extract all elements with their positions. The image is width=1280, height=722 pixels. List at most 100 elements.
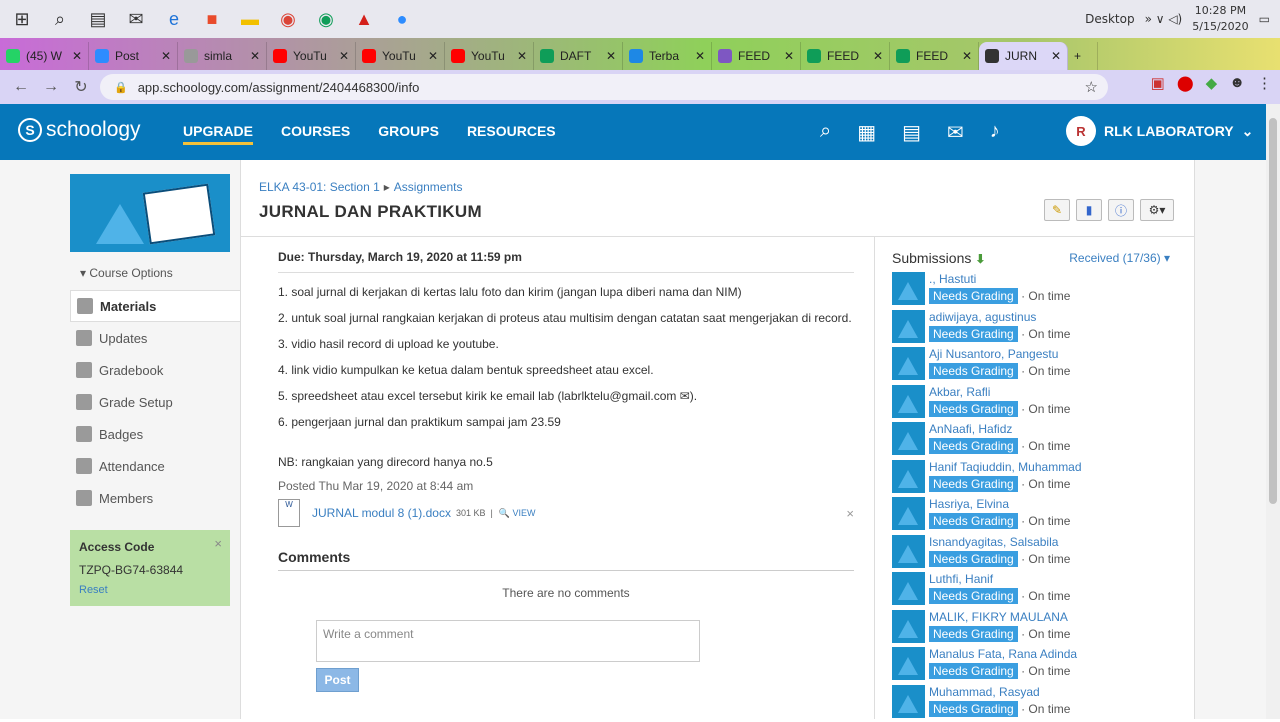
lock-icon[interactable]: 🔒 bbox=[114, 81, 128, 94]
sidebar-item-materials[interactable]: Materials bbox=[70, 290, 240, 322]
analytics-icon[interactable]: ▮ bbox=[1076, 199, 1102, 221]
sidebar-item-grade-setup[interactable]: Grade Setup bbox=[70, 386, 240, 418]
student-name[interactable]: ., Hastuti bbox=[929, 272, 1070, 287]
needs-grading-badge[interactable]: Needs Grading bbox=[929, 401, 1018, 417]
tab-close-icon[interactable]: ✕ bbox=[1051, 49, 1061, 63]
student-name[interactable]: Manalus Fata, Rana Adinda bbox=[929, 647, 1077, 662]
close-icon[interactable]: × bbox=[214, 536, 222, 551]
close-icon[interactable]: × bbox=[846, 506, 854, 521]
forward-icon[interactable]: → bbox=[36, 78, 66, 96]
browser-tab[interactable]: Post✕ bbox=[89, 42, 178, 70]
student-name[interactable]: Luthfi, Hanif bbox=[929, 572, 1070, 587]
gear-icon[interactable]: ⚙▾ bbox=[1140, 199, 1174, 221]
tray-icons[interactable]: » ∨ ◁) bbox=[1145, 12, 1183, 26]
browser-tab[interactable]: FEED✕ bbox=[801, 42, 890, 70]
browser-tab[interactable]: YouTu✕ bbox=[356, 42, 445, 70]
tab-close-icon[interactable]: ✕ bbox=[873, 49, 883, 63]
profile-avatar[interactable]: ☻ bbox=[1229, 74, 1245, 92]
app-icon[interactable]: ■ bbox=[196, 3, 228, 35]
needs-grading-badge[interactable]: Needs Grading bbox=[929, 551, 1018, 567]
menu-upgrade[interactable]: UPGRADE bbox=[183, 123, 253, 145]
tab-close-icon[interactable]: ✕ bbox=[962, 49, 972, 63]
notification-icon[interactable]: ▭ bbox=[1259, 12, 1270, 26]
needs-grading-badge[interactable]: Needs Grading bbox=[929, 663, 1018, 679]
course-options[interactable]: ▾ Course Options bbox=[80, 266, 240, 280]
needs-grading-badge[interactable]: Needs Grading bbox=[929, 513, 1018, 529]
tab-close-icon[interactable]: ✕ bbox=[517, 49, 527, 63]
browser-tab[interactable]: YouTu✕ bbox=[445, 42, 534, 70]
address-bar[interactable]: 🔒 app.schoology.com/assignment/240446830… bbox=[100, 74, 1108, 100]
sidebar-item-members[interactable]: Members bbox=[70, 482, 240, 514]
search-icon[interactable]: ⌕ bbox=[820, 120, 831, 145]
breadcrumb-assignments[interactable]: Assignments bbox=[394, 180, 463, 194]
menu-dots-icon[interactable]: ⋮ bbox=[1257, 74, 1272, 92]
browser-tab[interactable]: FEED✕ bbox=[890, 42, 979, 70]
sidebar-item-updates[interactable]: Updates bbox=[70, 322, 240, 354]
needs-grading-badge[interactable]: Needs Grading bbox=[929, 438, 1018, 454]
attachment-link[interactable]: JURNAL modul 8 (1).docx bbox=[312, 506, 451, 520]
menu-courses[interactable]: COURSES bbox=[281, 123, 350, 145]
student-name[interactable]: AnNaafi, Hafidz bbox=[929, 422, 1070, 437]
calendar-icon[interactable]: ▤ bbox=[902, 120, 921, 145]
system-clock[interactable]: 10:28 PM 5/15/2020 bbox=[1192, 3, 1248, 35]
student-name[interactable]: Isnandyagitas, Salsabila bbox=[929, 535, 1070, 550]
sidebar-item-gradebook[interactable]: Gradebook bbox=[70, 354, 240, 386]
browser-tab[interactable]: FEED✕ bbox=[712, 42, 801, 70]
tab-close-icon[interactable]: ✕ bbox=[339, 49, 349, 63]
student-name[interactable]: Hanif Taqiuddin, Muhammad bbox=[929, 460, 1082, 475]
sidebar-item-attendance[interactable]: Attendance bbox=[70, 450, 240, 482]
desktop-toolbar-label[interactable]: Desktop bbox=[1085, 12, 1135, 26]
student-name[interactable]: adiwijaya, agustinus bbox=[929, 310, 1070, 325]
needs-grading-badge[interactable]: Needs Grading bbox=[929, 326, 1018, 342]
tab-close-icon[interactable]: ✕ bbox=[428, 49, 438, 63]
chrome-profile-icon[interactable]: ◉ bbox=[310, 3, 342, 35]
user-menu[interactable]: R RLK LABORATORY ⌄ bbox=[1066, 116, 1253, 146]
notifications-bell-icon[interactable]: ♪ bbox=[990, 120, 1000, 145]
tab-close-icon[interactable]: ✕ bbox=[695, 49, 705, 63]
tab-close-icon[interactable]: ✕ bbox=[784, 49, 794, 63]
needs-grading-badge[interactable]: Needs Grading bbox=[929, 363, 1018, 379]
extension-icon[interactable]: ▣ bbox=[1151, 74, 1165, 92]
post-comment-button[interactable]: Post bbox=[316, 668, 359, 692]
browser-tab[interactable]: YouTu✕ bbox=[267, 42, 356, 70]
back-icon[interactable]: ← bbox=[6, 78, 36, 96]
zoom-icon[interactable]: ● bbox=[386, 3, 418, 35]
menu-groups[interactable]: GROUPS bbox=[378, 123, 439, 145]
mail-icon[interactable]: ✉ bbox=[120, 3, 152, 35]
acrobat-icon[interactable]: ▲ bbox=[348, 3, 380, 35]
tab-close-icon[interactable]: ✕ bbox=[161, 49, 171, 63]
new-tab-icon[interactable]: + bbox=[1068, 42, 1098, 70]
schoology-logo[interactable]: S schoology bbox=[18, 118, 141, 142]
breadcrumb-course[interactable]: ELKA 43-01: Section 1 bbox=[259, 180, 380, 194]
extension-icon[interactable]: ⬤ bbox=[1177, 74, 1194, 92]
messages-icon[interactable]: ✉ bbox=[947, 120, 964, 145]
task-view-icon[interactable]: ▤ bbox=[82, 3, 114, 35]
browser-tab[interactable]: simla✕ bbox=[178, 42, 267, 70]
info-icon[interactable]: ⓘ bbox=[1108, 199, 1134, 221]
needs-grading-badge[interactable]: Needs Grading bbox=[929, 288, 1018, 304]
bookmark-star-icon[interactable]: ☆ bbox=[1085, 78, 1098, 96]
reload-icon[interactable]: ↻ bbox=[66, 77, 96, 97]
browser-tab[interactable]: Terba✕ bbox=[623, 42, 712, 70]
file-explorer-icon[interactable]: ▬ bbox=[234, 3, 266, 35]
browser-tab[interactable]: DAFT✕ bbox=[534, 42, 623, 70]
windows-start-icon[interactable]: ⊞ bbox=[6, 3, 38, 35]
sidebar-item-badges[interactable]: Badges bbox=[70, 418, 240, 450]
browser-tab[interactable]: (45) W✕ bbox=[0, 42, 89, 70]
student-name[interactable]: Muhammad, Rasyad bbox=[929, 685, 1070, 700]
scrollbar-thumb[interactable] bbox=[1269, 118, 1277, 504]
student-name[interactable]: Hasriya, Elvina bbox=[929, 497, 1070, 512]
tab-close-icon[interactable]: ✕ bbox=[250, 49, 260, 63]
received-filter[interactable]: Received (17/36) ▾ bbox=[1069, 251, 1170, 265]
apps-grid-icon[interactable]: ▦ bbox=[857, 120, 876, 145]
needs-grading-badge[interactable]: Needs Grading bbox=[929, 588, 1018, 604]
edge-icon[interactable]: e bbox=[158, 3, 190, 35]
needs-grading-badge[interactable]: Needs Grading bbox=[929, 476, 1018, 492]
download-icon[interactable]: ⬇ bbox=[975, 252, 985, 266]
page-scrollbar[interactable] bbox=[1266, 104, 1280, 719]
student-name[interactable]: Akbar, Rafli bbox=[929, 385, 1070, 400]
access-code-reset[interactable]: Reset bbox=[79, 584, 221, 596]
student-name[interactable]: Aji Nusantoro, Pangestu bbox=[929, 347, 1070, 362]
grade-icon[interactable]: ✎ bbox=[1044, 199, 1070, 221]
attachment-view[interactable]: 🔍 VIEW bbox=[499, 508, 536, 519]
